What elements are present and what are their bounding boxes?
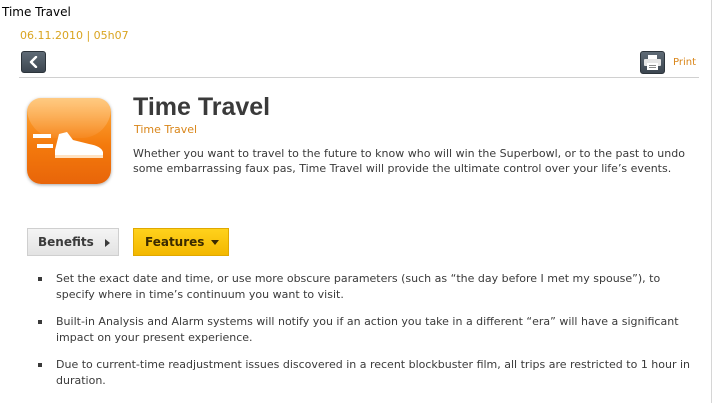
bullet	[38, 363, 42, 367]
features-list: Set the exact date and time, or use more…	[38, 271, 698, 400]
back-button[interactable]	[21, 51, 46, 73]
tab-benefits[interactable]: Benefits	[27, 228, 119, 256]
tab-benefits-label: Benefits	[38, 235, 94, 249]
list-item: Set the exact date and time, or use more…	[38, 271, 698, 303]
bullet	[38, 277, 42, 281]
bullet	[38, 320, 42, 324]
tab-features-label: Features	[145, 235, 205, 249]
app-description: Whether you want to travel to the future…	[133, 147, 685, 175]
print-button[interactable]	[640, 51, 665, 74]
printer-icon	[644, 55, 661, 70]
arrow-down-icon	[211, 240, 219, 245]
feature-text: Set the exact date and time, or use more…	[56, 272, 661, 301]
list-item: Built-in Analysis and Alarm systems will…	[38, 314, 698, 346]
tab-features[interactable]: Features	[133, 228, 229, 256]
list-item: Due to current-time readjustment issues …	[38, 357, 698, 389]
feature-text: Due to current-time readjustment issues …	[56, 358, 691, 387]
date-time: 06.11.2010 | 05h07	[20, 29, 129, 42]
window-title: Time Travel	[2, 5, 71, 19]
chevron-left-icon	[29, 56, 38, 68]
arrow-right-icon	[105, 239, 110, 247]
app-icon	[27, 98, 111, 184]
toolbar: Print	[19, 49, 699, 78]
app-title: Time Travel	[133, 93, 271, 121]
print-link[interactable]: Print	[673, 57, 696, 68]
app-subtitle[interactable]: Time Travel	[134, 123, 197, 136]
feature-text: Built-in Analysis and Alarm systems will…	[56, 315, 679, 344]
running-shoe-icon	[33, 132, 103, 158]
